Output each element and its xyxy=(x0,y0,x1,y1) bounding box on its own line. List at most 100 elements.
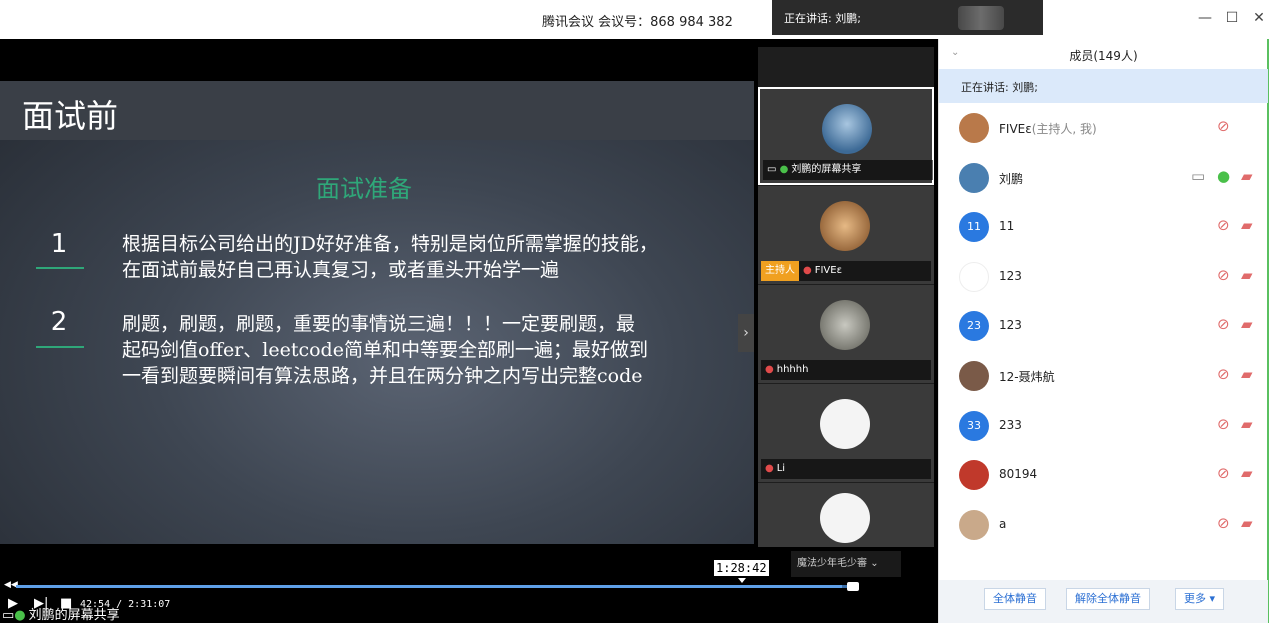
members-footer: 全体静音 解除全体静音 更多 ▾ xyxy=(939,580,1268,623)
member-avatar xyxy=(959,162,989,193)
screen-share-icon: ▭ xyxy=(2,608,15,623)
tile-label: ● hhhhh xyxy=(761,360,931,380)
chevron-down-icon: ⌄ xyxy=(870,558,879,569)
mute-all-button[interactable]: 全体静音 xyxy=(984,588,1046,610)
hover-time-tooltip: 1:28:42 xyxy=(714,560,769,576)
mic-muted-icon[interactable]: ⊘ xyxy=(1217,415,1230,433)
member-name: 233 xyxy=(999,418,1022,432)
participant-avatar xyxy=(820,300,870,350)
member-avatar xyxy=(959,113,989,143)
progress-knob[interactable] xyxy=(847,582,859,591)
speaking-avatar xyxy=(958,6,1004,30)
presentation-slide: 面试前 面试准备 1 根据目标公司给出的JD好好准备，特别是岗位所需掌握的技能，… xyxy=(0,81,754,544)
share-status-label: ▭● 刘鹏的屏幕共享 xyxy=(2,608,120,623)
mic-muted-icon: ● xyxy=(765,463,774,474)
screen-share-icon: ▭ xyxy=(767,164,780,175)
expand-strip-button[interactable]: › xyxy=(738,314,754,352)
video-tile[interactable]: 主持人 ● FIVEε xyxy=(758,186,934,284)
participant-avatar xyxy=(820,399,870,449)
camera-off-icon[interactable]: ▰ xyxy=(1241,514,1253,532)
member-row[interactable]: a ⊘ ▰ xyxy=(939,500,1268,549)
member-avatar: 23 xyxy=(959,311,989,342)
member-role: (主持人, 我) xyxy=(1031,122,1097,136)
mic-on-icon[interactable]: ● xyxy=(1217,167,1230,185)
more-button[interactable]: 更多 ▾ xyxy=(1175,588,1225,610)
member-row[interactable]: 23 123 ⊘ ▰ xyxy=(939,301,1268,350)
member-row[interactable]: 11 11 ⊘ ▰ xyxy=(939,202,1268,251)
member-row[interactable]: FIVEε(主持人, 我) ⊘ xyxy=(939,103,1268,152)
member-name: 刘鹏 xyxy=(999,170,1023,187)
member-name: 12-聂炜航 xyxy=(999,368,1055,385)
item-number: 2 xyxy=(50,307,68,337)
item-number: 1 xyxy=(50,229,68,259)
member-name-text: 123 xyxy=(999,268,1022,283)
member-name-text: 12-聂炜航 xyxy=(999,370,1055,384)
member-name-text: 11 xyxy=(999,219,1015,234)
mic-muted-icon[interactable]: ⊘ xyxy=(1217,514,1230,532)
tile-label: ● Li xyxy=(761,459,931,479)
member-avatar: 11 xyxy=(959,212,989,243)
video-tile[interactable]: ▭ ● 刘鹏的屏幕共享 xyxy=(758,87,934,185)
title-bar: 腾讯会议 会议号：868 984 382 — ☐ ✕ xyxy=(0,0,1269,39)
active-speaker-label[interactable]: 魔法少年毛少審 ⌄ xyxy=(791,551,901,577)
camera-off-icon[interactable]: ▰ xyxy=(1241,365,1253,383)
member-row[interactable]: 123 ⊘ ▰ xyxy=(939,252,1268,301)
member-name-text: 233 xyxy=(999,417,1022,432)
mic-muted-icon[interactable]: ⊘ xyxy=(1217,365,1230,383)
member-row[interactable]: 12-聂炜航 ⊘ ▰ xyxy=(939,351,1268,400)
paragraph-line: 一看到题要瞬间有算法思路，并且在两分钟之内写出完整code xyxy=(122,365,643,387)
member-name-text: 123 xyxy=(999,318,1022,333)
maximize-button[interactable]: ☐ xyxy=(1223,9,1241,27)
meeting-window: 腾讯会议 会议号：868 984 382 — ☐ ✕ 正在讲话: 刘鹏; 面试前… xyxy=(0,0,1269,623)
video-tile[interactable] xyxy=(758,483,934,547)
member-name: 80194 xyxy=(999,467,1037,481)
mic-muted-icon: ● xyxy=(765,364,774,375)
slide-paragraph: 刷题，刷题，刷题，重要的事情说三遍！！！一定要刷题，最 起码剑值offer、le… xyxy=(122,311,734,389)
close-button[interactable]: ✕ xyxy=(1250,9,1268,27)
member-row[interactable]: 刘鹏 ▭ ● ▰ xyxy=(939,153,1268,202)
member-row[interactable]: 80194 ⊘ ▰ xyxy=(939,450,1268,499)
tile-label: 主持人 ● FIVEε xyxy=(761,261,931,281)
tooltip-arrow xyxy=(738,578,746,583)
slide-paragraph: 根据目标公司给出的JD好好准备，特别是岗位所需掌握的技能， 在面试前最好自己再认… xyxy=(122,231,734,283)
mic-muted-icon[interactable]: ⊘ xyxy=(1217,315,1230,333)
camera-off-icon[interactable]: ▰ xyxy=(1241,167,1253,185)
paragraph-line: 根据目标公司给出的JD好好准备，特别是岗位所需掌握的技能， xyxy=(122,233,658,255)
mic-muted-icon[interactable]: ⊘ xyxy=(1217,216,1230,234)
unmute-all-button[interactable]: 解除全体静音 xyxy=(1066,588,1150,610)
paragraph-line: 起码剑值offer、leetcode简单和中等要全部刷一遍；最好做到 xyxy=(122,339,648,361)
member-avatar: 33 xyxy=(959,410,989,441)
member-name: 123 xyxy=(999,269,1022,283)
camera-off-icon[interactable]: ▰ xyxy=(1241,464,1253,482)
slide-subtitle: 面试准备 xyxy=(316,175,412,203)
member-name-text: 刘鹏 xyxy=(999,171,1024,186)
participant-avatar xyxy=(820,201,870,251)
progress-fill xyxy=(16,585,843,588)
mic-muted-icon[interactable]: ⊘ xyxy=(1217,117,1230,135)
minimize-button[interactable]: — xyxy=(1196,9,1214,27)
participant-avatar xyxy=(820,493,870,543)
mic-muted-icon[interactable]: ⊘ xyxy=(1217,266,1230,284)
speaking-indicator: 正在讲话: 刘鹏; xyxy=(939,69,1268,103)
camera-off-icon[interactable]: ▰ xyxy=(1241,266,1253,284)
mic-muted-icon: ● xyxy=(803,265,812,276)
video-tile[interactable]: ● Li xyxy=(758,384,934,482)
mic-muted-icon[interactable]: ⊘ xyxy=(1217,464,1230,482)
member-name: 123 xyxy=(999,318,1022,332)
number-underline xyxy=(36,346,84,348)
mic-on-icon: ● xyxy=(779,164,789,175)
host-badge: 主持人 xyxy=(761,261,799,281)
camera-off-icon[interactable]: ▰ xyxy=(1241,315,1253,333)
speaking-popup: 正在讲话: 刘鹏; xyxy=(772,0,1043,35)
member-avatar xyxy=(959,261,989,292)
camera-off-icon[interactable]: ▰ xyxy=(1241,415,1253,433)
video-strip: ▭ ● 刘鹏的屏幕共享 主持人 ● FIVEε ● hhhhh ● Li xyxy=(758,47,934,547)
member-avatar xyxy=(959,460,989,491)
camera-off-icon[interactable]: ▰ xyxy=(1241,216,1253,234)
member-name-text: FIVEε xyxy=(999,122,1032,136)
members-header: ⌄ 成员(149人) xyxy=(939,39,1268,69)
video-tile[interactable]: ● hhhhh xyxy=(758,285,934,383)
slide-title: 面试前 xyxy=(22,97,119,135)
member-row[interactable]: 33 233 ⊘ ▰ xyxy=(939,401,1268,450)
members-count: 成员(149人) xyxy=(1069,49,1138,63)
